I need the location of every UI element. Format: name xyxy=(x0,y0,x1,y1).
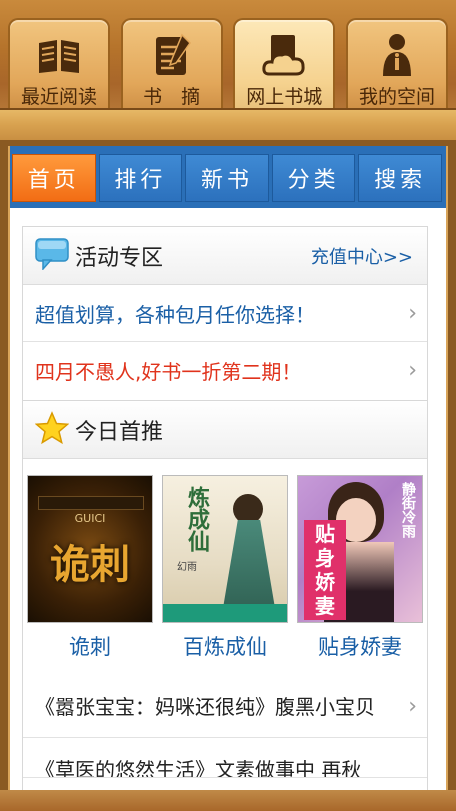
book-title[interactable]: 百炼成仙 xyxy=(183,631,267,661)
star-icon xyxy=(34,410,70,449)
shelf-rail xyxy=(0,108,456,140)
book-item[interactable]: GUICI 诡刺 诡刺 xyxy=(27,475,153,661)
tab-label: 最近阅读 xyxy=(20,86,97,108)
chevron-right-icon: › xyxy=(408,694,417,719)
tab-label: 书 摘 xyxy=(143,86,201,108)
recommend-text: 《嚣张宝宝：妈咪还很纯》腹黑小宝贝 xyxy=(35,695,375,719)
tab-label: 我的空间 xyxy=(358,86,435,108)
recommend-item[interactable]: 《嚣张宝宝：妈咪还很纯》腹黑小宝贝 › xyxy=(23,675,427,738)
speech-bubble-icon xyxy=(35,237,69,274)
shelf-tab-bar: 最近阅读 书 摘 网上书城 我的空间 xyxy=(8,18,448,110)
open-book-icon xyxy=(36,32,82,78)
nav-categories[interactable]: 分类 xyxy=(271,154,356,202)
book-title[interactable]: 贴身娇妻 xyxy=(318,631,402,661)
cover-title: 炼成仙 xyxy=(184,486,209,552)
cover-subtitle: GUICI xyxy=(74,512,106,525)
book-cover[interactable]: 静街冷雨 贴身娇妻 xyxy=(297,475,423,623)
today-picks-card: 今日首推 GUICI 诡刺 诡刺 炼成仙 幻雨 百炼成仙 静街冷雨 贴身娇妻 贴… xyxy=(22,400,428,811)
content-frame: 首页 排行 新书 分类 搜索 活动专区 充值中心>> 超值划算，各种包月任你选择… xyxy=(8,146,448,811)
book-cover[interactable]: GUICI 诡刺 xyxy=(27,475,153,623)
tab-excerpts[interactable]: 书 摘 xyxy=(120,18,223,110)
book-title[interactable]: 诡刺 xyxy=(69,631,111,661)
tab-recent-reading[interactable]: 最近阅读 xyxy=(8,18,110,110)
cover-subtitle: 静街冷雨 xyxy=(400,482,416,538)
today-title: 今日首推 xyxy=(75,419,164,445)
cover-title: 贴身娇妻 xyxy=(304,520,346,620)
nav-home[interactable]: 首页 xyxy=(12,154,96,202)
cover-title: 诡刺 xyxy=(50,542,130,588)
recommend-item[interactable]: 《草医的悠然生活》文素做事中 再秋 xyxy=(23,738,427,778)
activity-header: 活动专区 充值中心>> xyxy=(23,227,427,285)
chevron-right-icon: › xyxy=(408,300,417,326)
activity-item[interactable]: 四月不愚人,好书一折第二期！ › xyxy=(23,342,427,399)
activity-item-text: 四月不愚人,好书一折第二期！ xyxy=(35,360,302,384)
top-nav: 首页 排行 新书 分类 搜索 xyxy=(10,146,446,208)
nav-ranking[interactable]: 排行 xyxy=(98,154,183,202)
nav-search[interactable]: 搜索 xyxy=(358,154,442,202)
chevron-right-icon: › xyxy=(408,358,417,383)
activity-item-text: 超值划算，各种包月任你选择！ xyxy=(35,302,315,327)
activity-item[interactable]: 超值划算，各种包月任你选择！ › xyxy=(23,285,427,342)
today-header: 今日首推 xyxy=(23,401,427,459)
info-person-icon xyxy=(374,32,420,78)
cloud-book-icon xyxy=(261,32,307,78)
recharge-center-link[interactable]: 充值中心>> xyxy=(311,243,413,269)
book-row: GUICI 诡刺 诡刺 炼成仙 幻雨 百炼成仙 静街冷雨 贴身娇妻 贴身娇妻 xyxy=(23,459,427,661)
top-shelf: 最近阅读 书 摘 网上书城 我的空间 xyxy=(0,0,456,140)
tab-my-space[interactable]: 我的空间 xyxy=(345,18,448,110)
book-item[interactable]: 静街冷雨 贴身娇妻 贴身娇妻 xyxy=(297,475,423,661)
notepad-icon xyxy=(149,32,195,78)
book-cover[interactable]: 炼成仙 幻雨 xyxy=(162,475,288,623)
bottom-wood-strip xyxy=(0,790,456,811)
cover-subtitle: 幻雨 xyxy=(177,562,197,573)
recommend-text: 《草医的悠然生活》文素做事中 再秋 xyxy=(35,758,362,778)
tab-label: 网上书城 xyxy=(246,86,323,108)
nav-new-books[interactable]: 新书 xyxy=(185,154,269,202)
book-item[interactable]: 炼成仙 幻雨 百炼成仙 xyxy=(162,475,288,661)
tab-online-bookstore[interactable]: 网上书城 xyxy=(233,18,336,110)
activity-title: 活动专区 xyxy=(75,245,164,271)
activity-card: 活动专区 充值中心>> 超值划算，各种包月任你选择！ › 四月不愚人,好书一折第… xyxy=(22,226,428,402)
